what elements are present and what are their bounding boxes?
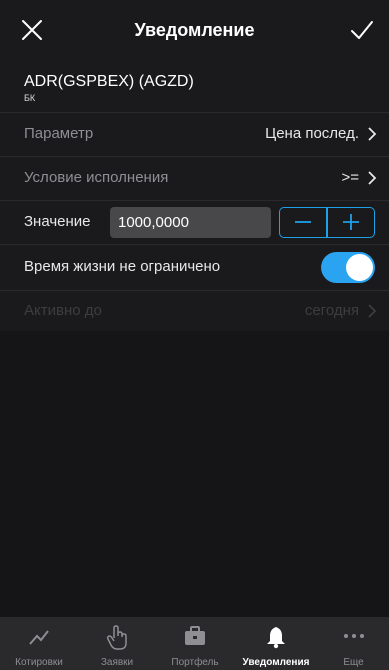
active-until-row: Активно до сегодня: [0, 290, 389, 331]
amount-row: Значение: [0, 200, 389, 244]
empty-area: [0, 331, 389, 617]
tab-label: Еще: [343, 657, 364, 668]
toggle-knob: [346, 254, 373, 281]
instrument-exchange: БК: [24, 93, 36, 103]
tab-label: Котировки: [15, 657, 63, 668]
tab-notifications[interactable]: Уведомления: [234, 617, 318, 670]
amount-stepper: [279, 207, 375, 238]
chevron-right-icon: [368, 171, 377, 185]
checkmark-icon[interactable]: [349, 18, 375, 42]
parameter-row[interactable]: Параметр Цена послед.: [0, 112, 389, 156]
briefcase-icon: [185, 626, 205, 645]
navigation-bar: Уведомление: [0, 0, 389, 62]
chevron-right-icon: [368, 304, 377, 318]
instrument-header: ADR(GSPBEX) (AGZD) БК: [0, 62, 389, 112]
tab-portfolio[interactable]: Портфель: [156, 617, 234, 670]
unlimited-row: Время жизни не ограничено: [0, 244, 389, 290]
chart-line-icon: [29, 630, 49, 645]
chevron-right-icon: [368, 127, 377, 141]
condition-value: >=: [341, 169, 359, 186]
amount-label: Значение: [24, 213, 91, 230]
parameter-label: Параметр: [24, 125, 94, 142]
tab-label: Уведомления: [242, 657, 310, 668]
tab-bar: Котировки Заявки Портфель Уведомления Ещ…: [0, 617, 389, 670]
condition-label: Условие исполнения: [24, 169, 169, 186]
tab-label: Заявки: [100, 657, 134, 668]
page-title: Уведомление: [134, 20, 255, 40]
unlimited-label: Время жизни не ограничено: [24, 258, 221, 275]
tab-more[interactable]: Еще: [318, 617, 389, 670]
active-until-label: Активно до: [24, 302, 102, 319]
tab-quotes[interactable]: Котировки: [0, 617, 78, 670]
instrument-name: ADR(GSPBEX) (AGZD): [24, 73, 194, 90]
unlimited-toggle[interactable]: [321, 252, 375, 283]
minus-button[interactable]: [280, 208, 326, 236]
bell-icon: [267, 627, 285, 649]
tab-orders[interactable]: Заявки: [78, 617, 156, 670]
parameter-value: Цена послед.: [265, 125, 359, 142]
more-icon: [343, 634, 364, 638]
hand-icon: [106, 625, 127, 650]
amount-input[interactable]: [110, 207, 271, 238]
active-until-value: сегодня: [304, 302, 359, 319]
tab-label: Портфель: [171, 657, 219, 668]
condition-row[interactable]: Условие исполнения >=: [0, 156, 389, 200]
plus-button[interactable]: [328, 208, 374, 236]
